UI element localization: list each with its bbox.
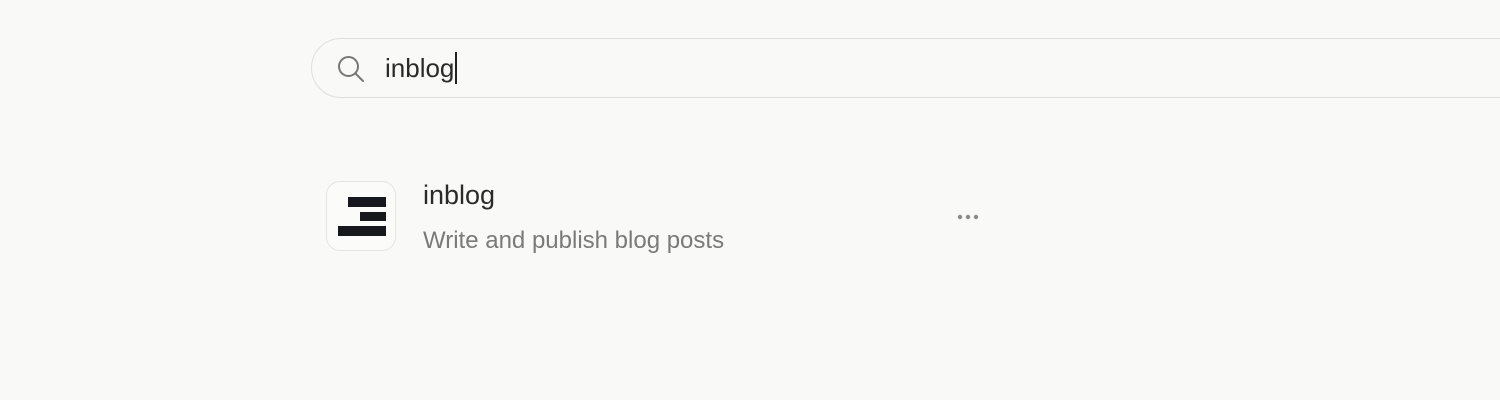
text-caret [455, 52, 458, 84]
search-icon [336, 54, 366, 84]
app-description: Write and publish blog posts [423, 227, 725, 254]
app-search-page: inblog inblog Write and publish blog pos… [0, 0, 1500, 400]
app-name: inblog [423, 180, 496, 210]
search-bar[interactable]: inblog [311, 38, 1500, 98]
inblog-logo-icon [326, 181, 396, 251]
more-options-button[interactable] [944, 196, 994, 236]
search-input-value: inblog [385, 53, 455, 83]
list-item-inblog[interactable]: inblog Write and publish blog posts [326, 176, 1006, 262]
search-input[interactable]: inblog [385, 51, 458, 85]
